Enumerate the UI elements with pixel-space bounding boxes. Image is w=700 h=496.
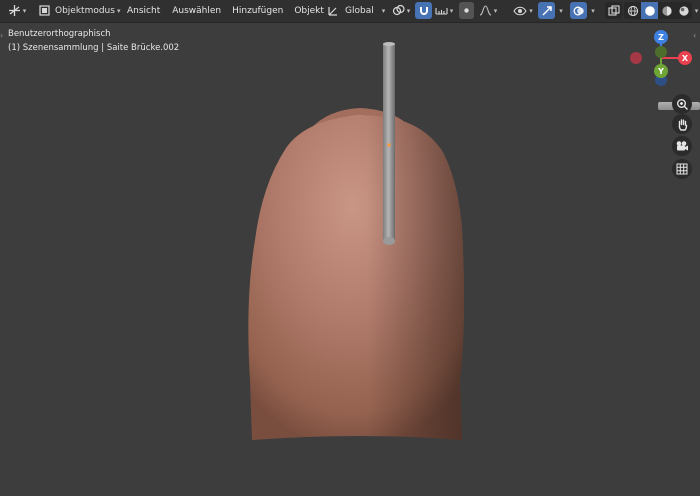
- wireframe-sphere-icon: [627, 5, 638, 16]
- snap-target-selector[interactable]: ▾: [433, 2, 455, 19]
- string-rod: [383, 44, 395, 242]
- object-mode-icon: [39, 5, 50, 16]
- axis-x-positive[interactable]: X: [678, 51, 692, 65]
- zoom-control[interactable]: [658, 94, 700, 116]
- bridge-body: [248, 115, 464, 440]
- pan-view-button[interactable]: [672, 114, 692, 134]
- camera-view-button[interactable]: [672, 136, 692, 156]
- shading-wireframe-button[interactable]: [624, 2, 641, 19]
- axis-x-negative[interactable]: [630, 52, 642, 64]
- overlays-toggle[interactable]: [570, 2, 587, 19]
- snap-increment-icon: [435, 7, 448, 15]
- rendered-sphere-icon: [678, 5, 689, 16]
- mode-label: Objektmodus: [55, 5, 115, 16]
- rod-end-cap: [383, 237, 395, 245]
- shading-options[interactable]: ▾: [693, 2, 700, 19]
- collection-info: (1) Szenensammlung | Saite Brücke.002: [8, 43, 180, 53]
- overlays-icon: [573, 6, 584, 15]
- mode-selector[interactable]: Objektmodus ▾: [36, 2, 123, 19]
- gizmo-icon: [541, 5, 552, 16]
- viewport-scene[interactable]: [0, 0, 700, 496]
- zoom-icon: [676, 98, 688, 110]
- proportional-edit-icon: [464, 8, 469, 13]
- menu-object[interactable]: Objekt: [289, 6, 329, 16]
- falloff-curve-icon: [479, 5, 491, 16]
- gizmo-options[interactable]: ▾: [556, 2, 566, 19]
- shading-solid-button[interactable]: [641, 2, 658, 19]
- viewport-info: Benutzerorthographisch (1) Szenensammlun…: [8, 27, 179, 55]
- xray-toggle[interactable]: [605, 2, 622, 19]
- object-visibility-selector[interactable]: ▾: [511, 2, 535, 19]
- menu-view[interactable]: Ansicht: [122, 6, 165, 16]
- xray-icon: [607, 4, 620, 16]
- shading-rendered-button[interactable]: [675, 2, 692, 19]
- orientation-icon: [328, 6, 337, 16]
- orientation-label: Global: [345, 5, 374, 16]
- axis-z-positive[interactable]: Z: [654, 30, 668, 44]
- axis-y-negative[interactable]: [655, 46, 667, 58]
- snap-toggle[interactable]: [415, 2, 432, 19]
- falloff-selector[interactable]: ▾: [476, 2, 500, 19]
- menu-select[interactable]: Auswählen: [167, 6, 226, 16]
- viewport-header: ▾ Objektmodus ▾ Ansicht Auswählen Hinzuf…: [0, 0, 700, 23]
- bridge-back-ridge: [302, 108, 416, 140]
- menu-bar: Ansicht Auswählen Hinzufügen Objekt: [122, 2, 329, 19]
- camera-icon: [676, 141, 688, 151]
- solid-sphere-icon: [644, 5, 655, 16]
- editor-type-selector[interactable]: ▾: [5, 2, 29, 19]
- ortho-toggle-button[interactable]: [672, 159, 692, 179]
- overlays-options[interactable]: ▾: [588, 2, 598, 19]
- ortho-grid-icon: [676, 163, 688, 175]
- material-sphere-icon: [661, 5, 672, 16]
- navigation-gizmo[interactable]: Y Z X: [624, 28, 700, 92]
- visibility-eye-icon: [513, 6, 527, 15]
- axis-y-positive[interactable]: Y: [654, 64, 668, 78]
- hand-pan-icon: [678, 118, 687, 131]
- toolbar-expand-arrow[interactable]: ›: [0, 31, 3, 40]
- shading-material-button[interactable]: [658, 2, 675, 19]
- proportional-edit-toggle[interactable]: [459, 2, 474, 19]
- axis-gizmo-icon: [8, 5, 20, 16]
- pivot-point-selector[interactable]: ▾: [390, 2, 412, 19]
- view-name: Benutzerorthographisch: [8, 29, 111, 39]
- pivot-point-icon: [392, 4, 405, 16]
- origin-dot: [387, 143, 391, 147]
- menu-add[interactable]: Hinzufügen: [227, 6, 288, 16]
- transform-orientation-selector[interactable]: Global ▾: [324, 2, 388, 19]
- shading-mode-group: [624, 2, 692, 19]
- gizmo-toggle[interactable]: [538, 2, 555, 19]
- snap-magnet-icon: [419, 6, 428, 15]
